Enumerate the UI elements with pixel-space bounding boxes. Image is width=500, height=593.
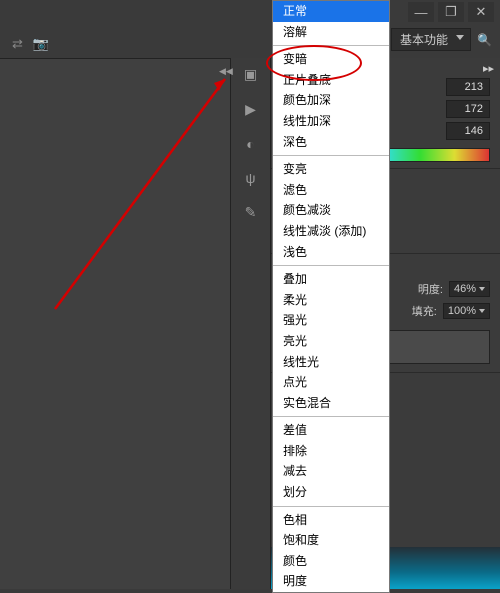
menu-item[interactable]: 色相 xyxy=(273,510,389,531)
menu-item[interactable]: 浅色 xyxy=(273,242,389,263)
workspace-label: 基本功能 xyxy=(400,33,448,47)
menu-item[interactable]: 柔光 xyxy=(273,290,389,311)
menu-item[interactable]: 溶解 xyxy=(273,22,389,43)
annotation-arrow xyxy=(0,59,230,589)
chevron-down-icon xyxy=(479,309,485,313)
search-icon[interactable]: 🔍 xyxy=(477,33,492,47)
menu-item[interactable]: 亮光 xyxy=(273,331,389,352)
menu-item[interactable]: 叠加 xyxy=(273,269,389,290)
usb-icon[interactable]: ψ xyxy=(246,170,256,186)
history-icon[interactable]: ▣ xyxy=(244,66,257,83)
collapsed-panel-strip: ◀◀ ▣ ▶ ◐ ψ ✎ xyxy=(230,58,270,589)
opacity-picker[interactable]: 46% xyxy=(449,281,490,297)
menu-item[interactable]: 线性加深 xyxy=(273,111,389,132)
menu-item[interactable]: 颜色减淡 xyxy=(273,200,389,221)
menu-item[interactable]: 强光 xyxy=(273,310,389,331)
menu-item[interactable]: 实色混合 xyxy=(273,393,389,414)
menu-item[interactable]: 差值 xyxy=(273,420,389,441)
window-minimize[interactable]: — xyxy=(408,2,434,22)
brush-icon[interactable]: ✎ xyxy=(245,204,257,221)
menu-item[interactable]: 点光 xyxy=(273,372,389,393)
menu-item[interactable]: 减去 xyxy=(273,461,389,482)
chevron-down-icon xyxy=(456,35,464,40)
menu-item[interactable]: 线性光 xyxy=(273,352,389,373)
menu-item[interactable]: 颜色 xyxy=(273,551,389,572)
opacity-label: 明度: xyxy=(418,281,443,297)
workspace-select[interactable]: 基本功能 xyxy=(391,28,471,51)
window-close[interactable]: ✕ xyxy=(468,2,494,22)
menu-item[interactable]: 变亮 xyxy=(273,159,389,180)
menu-selected-item[interactable]: 正常 xyxy=(273,1,389,22)
chevron-down-icon xyxy=(479,287,485,291)
canvas-area xyxy=(0,58,230,589)
menu-item[interactable]: 划分 xyxy=(273,482,389,503)
window-restore[interactable]: ❐ xyxy=(438,2,464,22)
menu-item[interactable]: 线性减淡 (添加) xyxy=(273,221,389,242)
menu-item[interactable]: 滤色 xyxy=(273,180,389,201)
camera-icon[interactable]: 📷 xyxy=(33,36,49,52)
fill-picker[interactable]: 100% xyxy=(443,303,490,319)
b-value[interactable]: 146 xyxy=(446,122,490,140)
fill-label: 填充: xyxy=(412,303,437,319)
adjust-icon[interactable]: ◐ xyxy=(246,136,254,152)
menu-item[interactable]: 饱和度 xyxy=(273,530,389,551)
r-value[interactable]: 213 xyxy=(446,78,490,96)
play-icon[interactable]: ▶ xyxy=(245,101,256,118)
menu-item[interactable]: 变暗 xyxy=(273,49,389,70)
expand-toggle-icon[interactable]: ◀◀ xyxy=(219,66,233,77)
menu-item[interactable]: 颜色加深 xyxy=(273,90,389,111)
menu-item[interactable]: 深色 xyxy=(273,132,389,153)
g-value[interactable]: 172 xyxy=(446,100,490,118)
menu-item[interactable]: 排除 xyxy=(273,441,389,462)
menu-item-multiply[interactable]: 正片叠底 xyxy=(273,70,389,91)
swap-icon[interactable]: ⇄ xyxy=(12,36,23,52)
blend-mode-menu: 正常 溶解 变暗 正片叠底 颜色加深 线性加深 深色 变亮 滤色 颜色减淡 线性… xyxy=(272,0,390,593)
collapse-right-icon[interactable]: ▸▸ xyxy=(483,62,494,75)
